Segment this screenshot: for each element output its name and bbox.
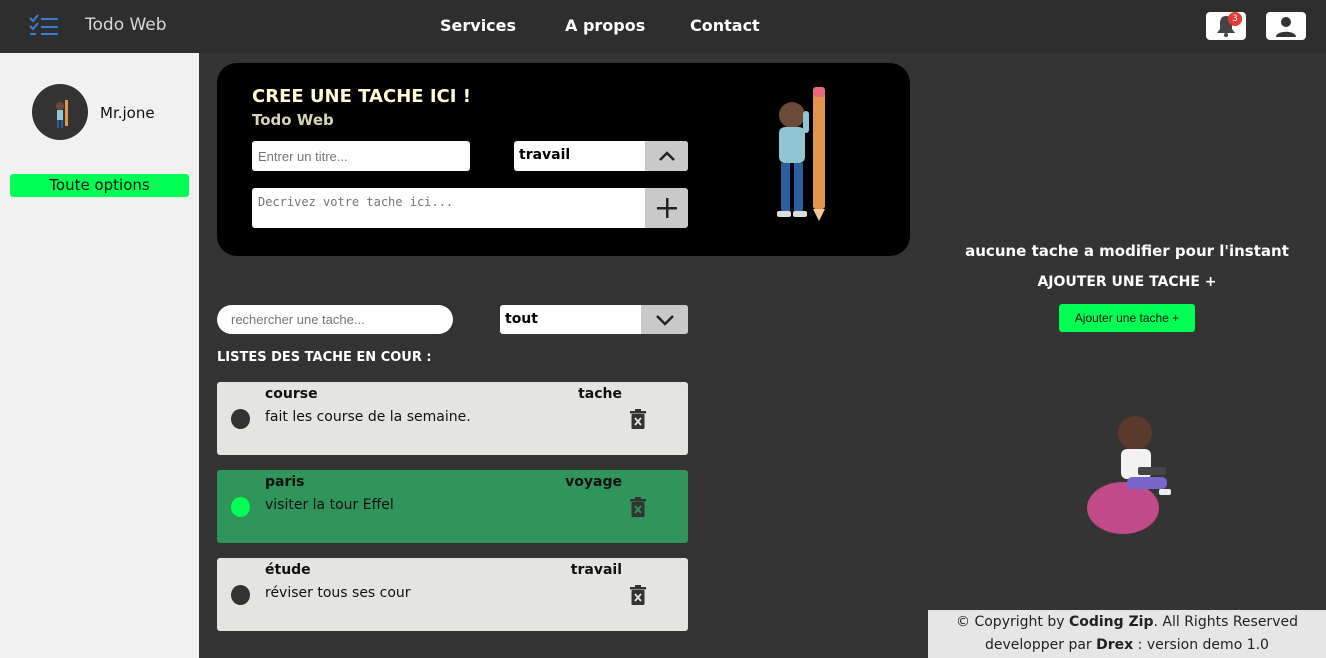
- copyright-line: © Copyright by Coding Zip. All Rights Re…: [928, 611, 1326, 634]
- status-dot[interactable]: [231, 585, 250, 605]
- delete-icon[interactable]: [629, 585, 647, 605]
- copyright-prefix: © Copyright by: [956, 614, 1065, 630]
- empty-edit-message: aucune tache a modifier pour l'instant: [965, 242, 1289, 260]
- edit-panel: aucune tache a modifier pour l'instant A…: [928, 53, 1326, 610]
- create-subtitle: Todo Web: [252, 111, 334, 129]
- profile-button[interactable]: [1266, 12, 1306, 40]
- checklist-menu-icon[interactable]: [28, 13, 60, 39]
- status-dot[interactable]: [231, 409, 250, 429]
- chevron-down-icon[interactable]: [641, 305, 688, 334]
- create-title: CREE UNE TACHE ICI !: [252, 86, 471, 107]
- task-category: tache: [578, 386, 622, 402]
- task-category: travail: [570, 562, 622, 578]
- character-with-pencil-illustration: [757, 83, 847, 228]
- filter-value: tout: [505, 311, 538, 327]
- task-list-heading: LISTES DES TACHE EN COUR :: [217, 350, 432, 365]
- task-description: visiter la tour Effel: [265, 497, 394, 513]
- plus-icon: [656, 198, 677, 218]
- character-on-beanbag-illustration: [1083, 403, 1178, 535]
- task-title: paris: [265, 474, 305, 490]
- task-item[interactable]: paris voyage visiter la tour Effel: [217, 470, 688, 543]
- filter-select[interactable]: tout: [500, 305, 688, 334]
- task-item[interactable]: étude travail réviser tous ses cour: [217, 558, 688, 631]
- add-task-heading: AJOUTER UNE TACHE +: [1037, 274, 1217, 290]
- developer-name: Drex: [1096, 637, 1134, 653]
- notification-badge: 3: [1228, 12, 1242, 26]
- developer-suffix: : version demo 1.0: [1137, 637, 1269, 653]
- category-value: travail: [519, 147, 571, 163]
- brand-name: Coding Zip: [1068, 614, 1154, 630]
- task-title: course: [265, 386, 318, 402]
- task-description: fait les course de la semaine.: [265, 409, 471, 425]
- delete-icon[interactable]: [629, 409, 647, 429]
- delete-icon[interactable]: [629, 497, 647, 517]
- developer-line: developper par Drex : version demo 1.0: [928, 634, 1326, 657]
- task-item[interactable]: course tache fait les course de la semai…: [217, 382, 688, 455]
- copyright-suffix: . All Rights Reserved: [1153, 614, 1298, 630]
- add-task-button[interactable]: Ajouter une tache +: [1059, 304, 1195, 332]
- add-task-plus-button[interactable]: [645, 188, 688, 228]
- avatar: [32, 84, 88, 140]
- username: Mr.jone: [100, 104, 155, 122]
- developer-prefix: developper par: [985, 637, 1092, 653]
- task-description: réviser tous ses cour: [265, 585, 411, 601]
- task-description-input[interactable]: [252, 188, 645, 228]
- user-icon: [1276, 17, 1296, 37]
- task-title-input[interactable]: [252, 141, 470, 171]
- nav-services[interactable]: Services: [440, 16, 516, 35]
- notifications-button[interactable]: 3: [1206, 12, 1246, 40]
- sidebar: Mr.jone Toute options: [0, 53, 199, 658]
- search-input[interactable]: [217, 305, 453, 334]
- create-task-card: CREE UNE TACHE ICI ! Todo Web travail: [217, 63, 910, 256]
- chevron-up-icon[interactable]: [645, 141, 688, 171]
- status-dot[interactable]: [231, 497, 250, 517]
- task-category: voyage: [565, 474, 622, 490]
- category-select[interactable]: travail: [514, 141, 688, 171]
- footer: © Copyright by Coding Zip. All Rights Re…: [928, 610, 1326, 658]
- app-title: Todo Web: [85, 15, 167, 35]
- task-title: étude: [265, 562, 311, 578]
- top-bar: Todo Web Services A propos Contact 3: [0, 0, 1326, 53]
- nav-contact[interactable]: Contact: [690, 16, 760, 35]
- nav-a-propos[interactable]: A propos: [565, 16, 645, 35]
- all-options-button[interactable]: Toute options: [10, 174, 189, 197]
